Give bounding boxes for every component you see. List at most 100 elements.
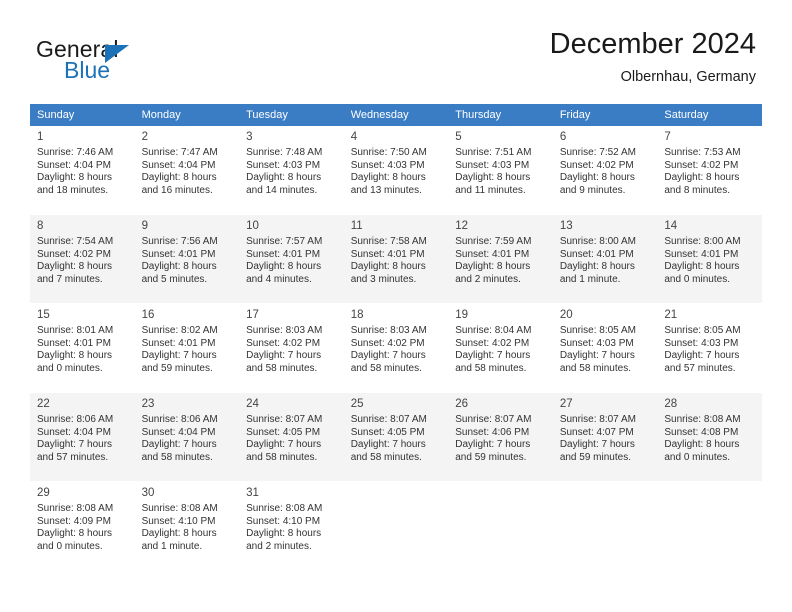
day-cell[interactable]: 31 Sunrise: 8:08 AM Sunset: 4:10 PM Dayligh… [239,481,344,571]
day-number: 24 [246,398,259,410]
daylight-text-line2: and 5 minutes. [141,273,208,285]
daylight-text-line1: Daylight: 7 hours [141,350,217,362]
sunrise-text: Sunrise: 8:00 AM [559,236,636,247]
brand-logo[interactable]: General Blue [36,36,236,92]
daylight-text-line1: Daylight: 8 hours [141,261,217,273]
sunset-text: Sunset: 4:04 PM [37,426,111,438]
day-cell[interactable]: 19 Sunrise: 8:04 AM Sunset: 4:02 PM Dayligh… [448,303,553,393]
sunset-text: Sunset: 4:06 PM [455,426,530,438]
sunrise-text: Sunrise: 7:50 AM [350,147,427,158]
sunset-text: Sunset: 4:01 PM [141,337,216,349]
day-cell[interactable]: 7 Sunrise: 7:53 AM Sunset: 4:02 PM Daylight… [657,126,762,215]
daylight-text-line2: and 59 minutes. [455,451,527,463]
weekday-header-wednesday: Wednesday [343,104,449,126]
daylight-text-line2: and 2 minutes. [246,540,312,552]
sunset-text: Sunset: 4:04 PM [141,159,216,171]
day-cell[interactable]: 2 Sunrise: 7:47 AM Sunset: 4:04 PM Daylight… [134,126,240,215]
sunrise-text: Sunrise: 8:01 AM [37,325,114,336]
daylight-text-line1: Daylight: 8 hours [559,172,635,184]
sunrise-text: Sunrise: 8:08 AM [664,414,741,425]
daylight-text-line1: Daylight: 8 hours [246,261,322,273]
daylight-text-line2: and 58 minutes. [246,362,318,374]
daylight-text-line2: and 58 minutes. [246,451,318,463]
day-cell[interactable]: 11 Sunrise: 7:58 AM Sunset: 4:01 PM Dayligh… [343,214,449,304]
day-number: 18 [350,309,364,321]
daylight-text-line1: Daylight: 8 hours [37,261,113,273]
calendar-week-row: 15 Sunrise: 8:01 AM Sunset: 4:01 PM Dayligh… [30,303,762,393]
daylight-text-line1: Daylight: 8 hours [664,172,740,184]
day-cell[interactable]: 15 Sunrise: 8:01 AM Sunset: 4:01 PM Dayligh… [30,303,135,393]
day-number: 27 [559,398,573,410]
daylight-text-line2: and 58 minutes. [350,451,422,463]
day-number: 31 [246,487,259,499]
daylight-text-line2: and 13 minutes. [350,184,422,196]
sunset-text: Sunset: 4:10 PM [246,515,321,527]
day-cell[interactable]: 5 Sunrise: 7:51 AM Sunset: 4:03 PM Daylight… [448,126,553,215]
day-cell[interactable]: 29 Sunrise: 8:08 AM Sunset: 4:09 PM Dayligh… [30,481,135,571]
day-number: 28 [664,398,678,410]
sunset-text: Sunset: 4:01 PM [141,248,216,260]
daylight-text-line1: Daylight: 8 hours [141,172,217,184]
day-cell[interactable]: 18 Sunrise: 8:03 AM Sunset: 4:02 PM Dayligh… [343,303,449,393]
sunrise-text: Sunrise: 8:03 AM [246,325,323,336]
day-cell[interactable]: 21 Sunrise: 8:05 AM Sunset: 4:03 PM Dayligh… [657,303,762,393]
sunrise-text: Sunrise: 7:59 AM [455,236,532,247]
calendar-page: General Blue December 2024 Olbernhau, Ge… [0,0,792,612]
day-cell[interactable]: 20 Sunrise: 8:05 AM Sunset: 4:03 PM Dayligh… [552,303,658,393]
daylight-text-line2: and 58 minutes. [559,362,631,374]
day-number: 12 [455,220,469,232]
sunset-text: Sunset: 4:07 PM [559,426,634,438]
day-cell[interactable]: 10 Sunrise: 7:57 AM Sunset: 4:01 PM Dayligh… [239,214,344,304]
day-cell[interactable]: 24 Sunrise: 8:07 AM Sunset: 4:05 PM Dayligh… [239,392,344,482]
daylight-text-line2: and 11 minutes. [455,184,526,196]
day-cell[interactable]: 17 Sunrise: 8:03 AM Sunset: 4:02 PM Dayligh… [239,303,344,393]
sunset-text: Sunset: 4:01 PM [559,248,634,260]
daylight-text-line1: Daylight: 8 hours [350,172,426,184]
day-number: 13 [559,220,573,232]
daylight-text-line1: Daylight: 7 hours [246,350,322,362]
day-cell[interactable]: 25 Sunrise: 8:07 AM Sunset: 4:05 PM Dayligh… [343,392,449,482]
daylight-text-line2: and 7 minutes. [37,273,103,285]
day-cell[interactable]: 22 Sunrise: 8:06 AM Sunset: 4:04 PM Dayligh… [30,392,135,482]
day-cell[interactable]: 16 Sunrise: 8:02 AM Sunset: 4:01 PM Dayligh… [134,303,240,393]
sunrise-text: Sunrise: 7:51 AM [455,147,532,158]
sunrise-text: Sunrise: 7:46 AM [37,147,114,158]
day-cell[interactable]: 27 Sunrise: 8:07 AM Sunset: 4:07 PM Dayligh… [552,392,658,482]
day-cell[interactable]: 26 Sunrise: 8:07 AM Sunset: 4:06 PM Dayligh… [448,392,553,482]
sunrise-text: Sunrise: 8:07 AM [455,414,532,425]
day-cell[interactable]: 9 Sunrise: 7:56 AM Sunset: 4:01 PM Daylight… [134,214,240,304]
daylight-text-line2: and 0 minutes. [37,540,103,552]
sunrise-text: Sunrise: 8:08 AM [246,503,323,514]
day-cell[interactable]: 8 Sunrise: 7:54 AM Sunset: 4:02 PM Daylight… [30,214,135,304]
daylight-text-line2: and 16 minutes. [141,184,213,196]
day-cell[interactable]: 13 Sunrise: 8:00 AM Sunset: 4:01 PM Dayligh… [552,214,658,304]
day-number: 15 [37,309,50,321]
sunrise-text: Sunrise: 7:53 AM [664,147,741,158]
day-cell[interactable]: 1 Sunrise: 7:46 AM Sunset: 4:04 PM Daylight… [30,126,135,215]
daylight-text-line1: Daylight: 8 hours [37,172,113,184]
brand-name-blue: Blue [64,57,111,83]
day-cell[interactable]: 14 Sunrise: 8:00 AM Sunset: 4:01 PM Dayligh… [657,214,762,304]
daylight-text-line2: and 59 minutes. [559,451,631,463]
day-cell[interactable]: 6 Sunrise: 7:52 AM Sunset: 4:02 PM Daylight… [552,126,658,215]
day-cell[interactable]: 23 Sunrise: 8:06 AM Sunset: 4:04 PM Dayligh… [134,392,240,482]
daylight-text-line2: and 58 minutes. [350,362,422,374]
sunset-text: Sunset: 4:03 PM [246,159,321,171]
day-cell[interactable]: 28 Sunrise: 8:08 AM Sunset: 4:08 PM Dayligh… [657,392,762,482]
sunrise-text: Sunrise: 8:03 AM [350,325,427,336]
calendar-header-row: Sunday Monday Tuesday Wednesday Thursday… [30,104,762,126]
daylight-text-line1: Daylight: 8 hours [455,261,531,273]
day-cell[interactable]: 30 Sunrise: 8:08 AM Sunset: 4:10 PM Dayligh… [134,481,240,571]
daylight-text-line1: Daylight: 8 hours [37,350,113,362]
daylight-text-line1: Daylight: 8 hours [37,528,113,540]
sunset-text: Sunset: 4:02 PM [455,337,530,349]
day-number: 17 [246,309,259,321]
day-cell[interactable]: 4 Sunrise: 7:50 AM Sunset: 4:03 PM Daylight… [343,126,449,215]
day-number: 7 [664,131,671,143]
day-cell[interactable]: 12 Sunrise: 7:59 AM Sunset: 4:01 PM Dayligh… [448,214,553,304]
day-cell[interactable]: 3 Sunrise: 7:48 AM Sunset: 4:03 PM Daylight… [239,126,344,215]
daylight-text-line2: and 57 minutes. [664,362,736,374]
day-number: 19 [455,309,469,321]
sunrise-text: Sunrise: 8:06 AM [37,414,114,425]
daylight-text-line1: Daylight: 7 hours [246,439,322,451]
